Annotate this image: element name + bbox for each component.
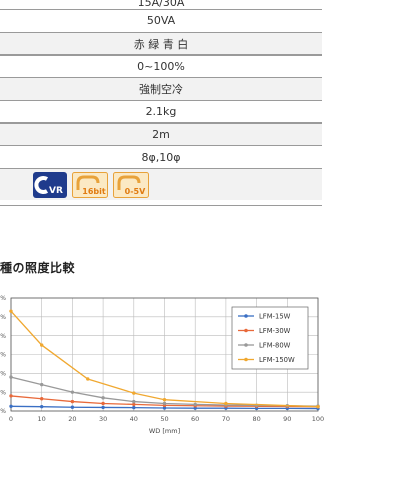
table-bottom-border bbox=[0, 205, 322, 207]
data-point bbox=[193, 402, 197, 407]
spec-row-cable-length: 2m bbox=[0, 123, 322, 146]
x-tick-label: 100 bbox=[312, 415, 324, 423]
y-tick-label: % bbox=[0, 333, 6, 340]
x-tick-label: 70 bbox=[222, 415, 230, 423]
data-point bbox=[224, 401, 228, 406]
x-tick-label: 50 bbox=[160, 415, 168, 423]
x-axis-ticks: 0 10 20 30 40 50 60 70 80 90 100 bbox=[9, 415, 324, 423]
spec-row-features: VR 16bit 0-5V bbox=[0, 169, 322, 200]
x-tick-label: 30 bbox=[99, 415, 107, 423]
data-point bbox=[162, 401, 167, 406]
y-tick-label: % bbox=[0, 408, 6, 415]
data-point bbox=[86, 377, 90, 381]
data-point bbox=[70, 399, 75, 404]
spec-value: 0~100% bbox=[137, 59, 185, 73]
dimming-16bit-icon: 16bit bbox=[72, 171, 108, 198]
x-tick-label: 90 bbox=[283, 415, 291, 423]
data-point bbox=[132, 391, 136, 395]
dimming-0-5v-label: 0-5V bbox=[125, 187, 146, 196]
y-tick-label: % bbox=[0, 352, 6, 359]
spec-row-colors: 赤 緑 青 白 bbox=[0, 32, 322, 55]
data-point bbox=[9, 394, 13, 398]
data-point bbox=[40, 343, 44, 347]
spec-value: 8φ,10φ bbox=[141, 150, 181, 164]
spec-value: 15A/30A bbox=[137, 0, 185, 9]
legend-swatch-marker bbox=[244, 314, 248, 318]
spec-row-power: 50VA bbox=[0, 10, 322, 32]
y-tick-label: % bbox=[0, 314, 6, 321]
spec-value: 50VA bbox=[146, 14, 176, 28]
x-tick-label: 60 bbox=[191, 415, 199, 423]
spec-table: 15A/30A 50VA 赤 緑 青 白 0~100% 強制空冷 2.1kg 2… bbox=[0, 0, 322, 200]
data-point bbox=[9, 404, 13, 408]
illuminance-comparison-chart: %%%%%%% 0 10 20 30 40 50 60 70 80 90 100 WD [mm] L… bbox=[0, 295, 324, 435]
data-point bbox=[162, 398, 167, 402]
cvr-logo-icon: VR bbox=[33, 171, 67, 198]
legend-swatch-marker bbox=[244, 357, 248, 362]
data-point bbox=[316, 404, 320, 409]
x-tick-label: 0 bbox=[9, 415, 13, 423]
legend-swatch-marker bbox=[244, 328, 248, 333]
data-point bbox=[132, 405, 136, 410]
spec-value: 2m bbox=[152, 127, 170, 141]
data-point bbox=[101, 396, 105, 400]
x-tick-label: 40 bbox=[130, 415, 138, 423]
legend-label: LFM-150W bbox=[259, 356, 295, 364]
legend-label: LFM-80W bbox=[259, 341, 291, 349]
legend-label: LFM-15W bbox=[259, 312, 291, 320]
x-tick-label: 80 bbox=[252, 415, 260, 423]
spec-value: 2.1kg bbox=[145, 105, 177, 119]
spec-value: 赤 緑 青 白 bbox=[133, 37, 189, 51]
data-point bbox=[40, 404, 44, 409]
spec-row-cooling: 強制空冷 bbox=[0, 78, 322, 100]
spec-value: 強制空冷 bbox=[139, 83, 183, 96]
data-point bbox=[70, 405, 75, 409]
legend-label: LFM-30W bbox=[259, 327, 291, 335]
data-point bbox=[40, 382, 44, 387]
data-point bbox=[101, 401, 105, 406]
x-tick-label: 20 bbox=[68, 415, 76, 423]
spec-row-rated-current: 15A/30A bbox=[0, 0, 322, 9]
data-point bbox=[132, 399, 136, 404]
cvr-logo-text: VR bbox=[49, 186, 63, 196]
y-tick-label: % bbox=[0, 371, 6, 378]
section-heading: 種の照度比較 bbox=[0, 261, 76, 275]
spec-row-weight: 2.1kg bbox=[0, 101, 322, 123]
y-axis-ticks: %%%%%%% bbox=[0, 295, 6, 415]
dimming-0-5v-icon: 0-5V bbox=[113, 171, 149, 198]
data-point bbox=[101, 405, 105, 410]
spec-row-dimming-range: 0~100% bbox=[0, 56, 322, 78]
chart-legend: LFM-15W LFM-30W LFM-80W LFM-150W bbox=[231, 306, 309, 370]
data-point bbox=[9, 309, 13, 313]
data-point bbox=[70, 390, 75, 394]
data-point bbox=[9, 375, 13, 379]
x-axis-label: WD [mm] bbox=[149, 427, 180, 435]
y-tick-label: % bbox=[0, 295, 6, 302]
x-tick-label: 10 bbox=[38, 415, 46, 423]
spec-row-fiber-diameter: 8φ,10φ bbox=[0, 146, 322, 168]
y-tick-label: % bbox=[0, 389, 6, 396]
legend-swatch-marker bbox=[244, 343, 248, 347]
data-point bbox=[40, 397, 44, 401]
dimming-16bit-label: 16bit bbox=[82, 187, 106, 196]
